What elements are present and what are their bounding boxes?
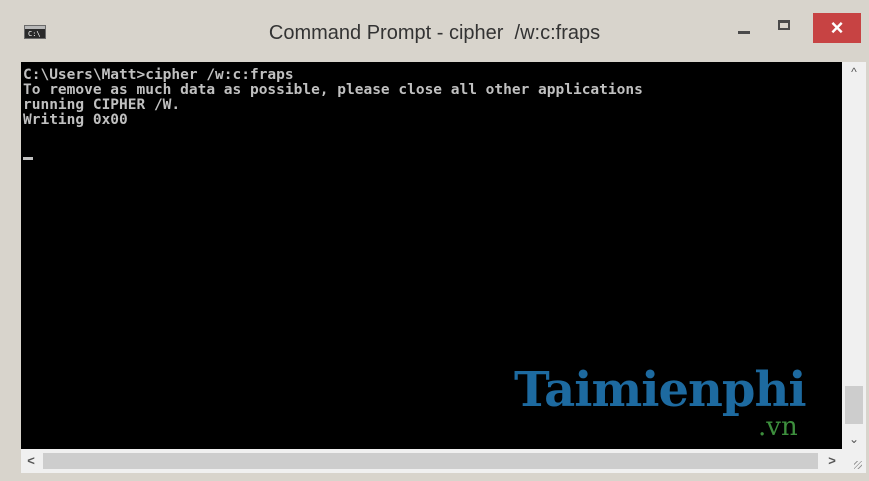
scroll-right-icon[interactable]: >	[822, 449, 842, 473]
maximize-button[interactable]	[770, 13, 800, 43]
console-output[interactable]: C:\Users\Matt>cipher /w:c:fraps To remov…	[21, 62, 842, 449]
watermark-suffix: .vn	[758, 412, 798, 442]
watermark-brand: Taimienphi	[514, 362, 807, 418]
minimize-button[interactable]	[730, 13, 758, 43]
console-line-2: To remove as much data as possible, plea…	[23, 82, 643, 98]
console-line-1: C:\Users\Matt>cipher /w:c:fraps	[23, 67, 294, 83]
horizontal-scroll-thumb[interactable]	[43, 453, 818, 469]
vertical-scrollbar[interactable]: ^ ⌄	[842, 62, 866, 449]
resize-grip-icon[interactable]	[842, 449, 866, 473]
horizontal-scrollbar[interactable]: < >	[21, 449, 842, 473]
console-line-3: running CIPHER /W.	[23, 97, 181, 113]
scroll-left-icon[interactable]: <	[21, 449, 41, 473]
console-line-4: Writing 0x00	[23, 112, 128, 128]
vertical-scroll-thumb[interactable]	[845, 386, 863, 424]
close-button[interactable]: ×	[813, 13, 861, 43]
scroll-up-icon[interactable]: ^	[842, 62, 866, 82]
command-prompt-window: C:\ Command Prompt - cipher /w:c:fraps ×…	[0, 0, 869, 481]
text-cursor	[23, 157, 33, 160]
scroll-down-icon[interactable]: ⌄	[842, 429, 866, 449]
title-bar[interactable]: C:\ Command Prompt - cipher /w:c:fraps ×	[0, 0, 869, 52]
